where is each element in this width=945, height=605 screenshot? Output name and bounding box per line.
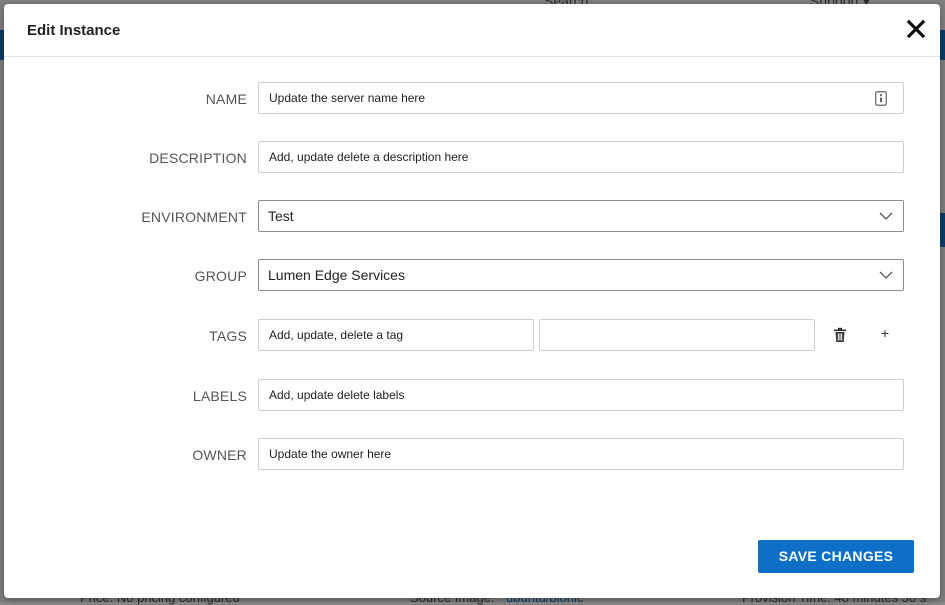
labels-field	[258, 379, 904, 411]
description-input[interactable]	[269, 142, 869, 172]
labels-row: LABELS	[4, 379, 940, 413]
labels-label: LABELS	[192, 388, 247, 404]
name-row: NAME	[4, 82, 940, 116]
name-field	[258, 82, 904, 114]
environment-row: ENVIRONMENT Test	[4, 200, 940, 234]
save-changes-button[interactable]: SAVE CHANGES	[758, 540, 914, 573]
name-input[interactable]	[269, 83, 869, 113]
tags-label: TAGS	[209, 328, 247, 344]
environment-select[interactable]: Test	[258, 200, 904, 232]
trash-icon[interactable]	[833, 327, 847, 343]
group-label: GROUP	[194, 268, 247, 284]
edit-instance-modal: Edit Instance NAME DESCRIPTION ENVIRONME…	[4, 4, 940, 598]
close-button[interactable]	[903, 16, 929, 42]
description-field	[258, 141, 904, 173]
tag-value-input[interactable]	[550, 320, 800, 350]
description-row: DESCRIPTION	[4, 141, 940, 175]
environment-value: Test	[268, 208, 294, 224]
owner-field	[258, 438, 904, 470]
modal-header: Edit Instance	[4, 4, 940, 57]
id-card-icon[interactable]	[875, 91, 887, 106]
chevron-down-icon	[879, 271, 893, 279]
environment-label: ENVIRONMENT	[141, 209, 247, 225]
owner-label: OWNER	[192, 447, 247, 463]
labels-input[interactable]	[269, 380, 869, 410]
tags-row: TAGS +	[4, 319, 940, 353]
tag-value-field	[539, 319, 815, 351]
close-icon	[906, 19, 926, 39]
add-tag-button[interactable]: +	[879, 325, 891, 343]
modal-title: Edit Instance	[27, 22, 121, 39]
owner-row: OWNER	[4, 438, 940, 472]
name-label: NAME	[205, 91, 247, 107]
chevron-down-icon	[879, 212, 893, 220]
tag-key-input[interactable]	[269, 320, 519, 350]
group-value: Lumen Edge Services	[268, 267, 405, 283]
description-label: DESCRIPTION	[149, 150, 247, 166]
group-row: GROUP Lumen Edge Services	[4, 259, 940, 293]
owner-input[interactable]	[269, 439, 869, 469]
tag-key-field	[258, 319, 534, 351]
group-select[interactable]: Lumen Edge Services	[258, 259, 904, 291]
